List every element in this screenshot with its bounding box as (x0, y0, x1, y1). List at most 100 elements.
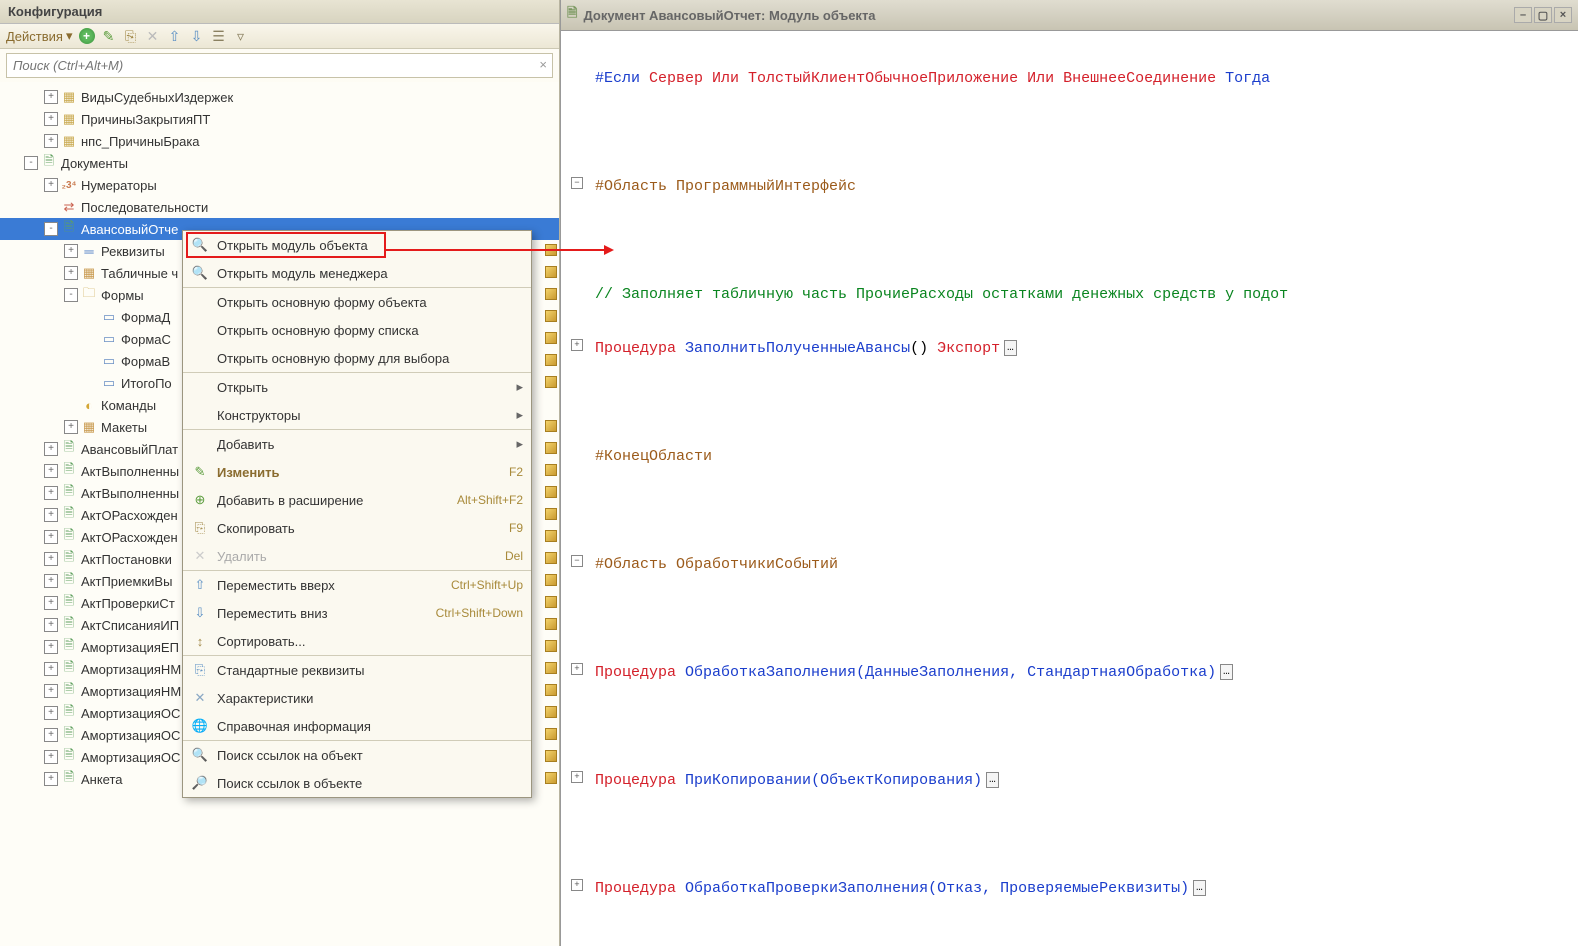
tree-node[interactable]: +▦нпс_ПричиныБрака (0, 130, 559, 152)
expand-icon[interactable]: + (44, 640, 58, 654)
expand-icon[interactable]: + (44, 728, 58, 742)
tree-node[interactable]: +₂3⁴Нумераторы (0, 174, 559, 196)
menu-item[interactable]: Открыть основную форму объекта (183, 287, 531, 316)
fold-icon[interactable]: + (571, 879, 583, 891)
expand-icon[interactable]: + (44, 596, 58, 610)
expand-icon[interactable]: + (64, 420, 78, 434)
maximize-icon[interactable]: ▢ (1534, 7, 1552, 23)
menu-shortcut: Del (505, 549, 523, 563)
menu-item[interactable]: Открыть▸ (183, 372, 531, 401)
menu-item[interactable]: ⎘СкопироватьF9 (183, 514, 531, 542)
expand-icon[interactable]: + (44, 662, 58, 676)
expand-icon[interactable]: + (44, 464, 58, 478)
menu-item[interactable]: Открыть основную форму списка (183, 316, 531, 344)
collapsed-icon[interactable]: … (1004, 340, 1017, 356)
close-icon[interactable]: × (1554, 7, 1572, 23)
search-clear-icon[interactable]: × (539, 57, 547, 72)
sort-icon[interactable]: ☰ (211, 28, 227, 44)
menu-item-label: Открыть модуль объекта (217, 238, 523, 253)
expand-icon[interactable]: + (44, 508, 58, 522)
expand-icon[interactable]: + (44, 574, 58, 588)
tree-node-label: Последовательности (81, 200, 208, 215)
expand-icon[interactable]: + (44, 750, 58, 764)
tree-node-label: АктВыполненны (81, 464, 179, 479)
tree-node-label: ВидыСудебныхИздержек (81, 90, 233, 105)
collapse-icon[interactable]: - (24, 156, 38, 170)
menu-item: ✕УдалитьDel (183, 542, 531, 570)
menu-item[interactable]: ✕Характеристики (183, 684, 531, 712)
menu-item[interactable]: 🔍Поиск ссылок на объект (183, 740, 531, 769)
expand-icon[interactable]: + (44, 486, 58, 500)
fold-icon[interactable]: + (571, 771, 583, 783)
add-icon[interactable]: + (79, 28, 95, 44)
menu-item[interactable]: 🔍 Открыть модуль объекта (183, 231, 531, 259)
expand-icon[interactable]: + (44, 112, 58, 126)
menu-item[interactable]: Добавить▸ (183, 429, 531, 458)
menu-item[interactable]: ⎘Стандартные реквизиты (183, 655, 531, 684)
tree-node-label: АктОРасхожден (81, 508, 178, 523)
search-box: × (6, 53, 553, 78)
expand-icon[interactable]: + (44, 772, 58, 786)
menu-item-icon: 🔍 (191, 236, 209, 254)
edit-icon[interactable]: ✎ (101, 28, 117, 44)
tree-node[interactable]: +▦ВидыСудебныхИздержек (0, 86, 559, 108)
menu-item-label: Характеристики (217, 691, 523, 706)
collapsed-icon[interactable]: … (1193, 880, 1206, 896)
code-panel-title: Документ АвансовыйОтчет: Модуль объекта (583, 8, 875, 23)
lock-badge-icon (545, 750, 557, 762)
expand-icon[interactable]: + (64, 244, 78, 258)
expand-icon[interactable]: + (44, 684, 58, 698)
cmd-icon: ◐ (81, 397, 97, 413)
expand-icon[interactable]: + (44, 618, 58, 632)
menu-item[interactable]: ✎ИзменитьF2 (183, 458, 531, 486)
form-icon: ▭ (101, 353, 117, 369)
collapse-icon[interactable]: - (44, 222, 58, 236)
collapse-icon[interactable]: - (64, 288, 78, 302)
menu-item-label: Открыть (217, 380, 506, 395)
move-down-icon[interactable]: ⇩ (189, 28, 205, 44)
fold-icon[interactable]: + (571, 663, 583, 675)
tree-node-label: АктСписанияИП (81, 618, 179, 633)
tree-node[interactable]: -🗎Документы (0, 152, 559, 174)
menu-item-label: Переместить вверх (217, 578, 441, 593)
code-editor[interactable]: #Если Сервер Или ТолстыйКлиентОбычноеПри… (561, 31, 1578, 946)
fold-icon[interactable]: + (571, 339, 583, 351)
expand-icon[interactable]: + (64, 266, 78, 280)
menu-item[interactable]: ↕Сортировать... (183, 627, 531, 655)
expand-icon[interactable]: + (44, 442, 58, 456)
fold-icon[interactable]: − (571, 177, 583, 189)
fold-icon[interactable]: − (571, 555, 583, 567)
collapsed-icon[interactable]: … (1220, 664, 1233, 680)
expand-icon[interactable]: + (44, 530, 58, 544)
menu-item[interactable]: Открыть основную форму для выбора (183, 344, 531, 372)
menu-shortcut: F9 (509, 521, 523, 535)
doc-icon: 🗎 (61, 463, 77, 479)
expand-icon[interactable]: + (44, 552, 58, 566)
menu-item[interactable]: 🔎Поиск ссылок в объекте (183, 769, 531, 797)
tree-node-label: АмортизацияЕП (81, 640, 179, 655)
menu-item[interactable]: Конструкторы▸ (183, 401, 531, 429)
tree-node-label: АктПостановки (81, 552, 172, 567)
menu-item-icon (191, 406, 209, 424)
expand-icon[interactable]: + (44, 134, 58, 148)
collapsed-icon[interactable]: … (986, 772, 999, 788)
menu-item[interactable]: 🔍Открыть модуль менеджера (183, 259, 531, 287)
filter-icon[interactable]: ▿ (233, 28, 249, 44)
expand-icon[interactable]: + (44, 706, 58, 720)
menu-item[interactable]: 🌐Справочная информация (183, 712, 531, 740)
search-input[interactable] (6, 53, 553, 78)
tree-node[interactable]: +▦ПричиныЗакрытияПТ (0, 108, 559, 130)
lock-badge-icon (545, 574, 557, 586)
menu-item[interactable]: ⇩Переместить внизCtrl+Shift+Down (183, 599, 531, 627)
tree-node[interactable]: ⇄Последовательности (0, 196, 559, 218)
copy-icon[interactable]: ⎘ (123, 28, 139, 44)
delete-icon[interactable]: ✕ (145, 28, 161, 44)
menu-item[interactable]: ⊕Добавить в расширениеAlt+Shift+F2 (183, 486, 531, 514)
expand-icon[interactable]: + (44, 90, 58, 104)
minimize-icon[interactable]: – (1514, 7, 1532, 23)
move-up-icon[interactable]: ⇧ (167, 28, 183, 44)
actions-menu[interactable]: Действия ▾ (6, 28, 73, 44)
tree-node-label: ФормаС (121, 332, 171, 347)
menu-item[interactable]: ⇧Переместить вверхCtrl+Shift+Up (183, 570, 531, 599)
expand-icon[interactable]: + (44, 178, 58, 192)
